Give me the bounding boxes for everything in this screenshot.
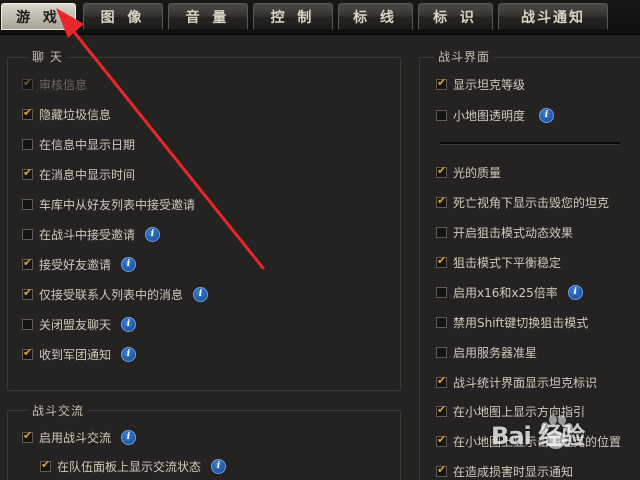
checkbox[interactable] xyxy=(22,429,33,443)
option-disable-shift-sniper[interactable]: 禁用Shift键切换狙击模式 xyxy=(436,313,588,331)
battle-comm-section-title: 战斗交流 xyxy=(28,402,89,419)
option-label: 关闭盟友聊天 xyxy=(39,317,112,332)
checkbox[interactable] xyxy=(22,256,33,270)
option-hide-spam[interactable]: 隐藏垃圾信息 xyxy=(22,105,111,123)
option-label: 战斗统计界面显示坦克标识 xyxy=(453,375,598,390)
battle-ui-section-title: 战斗界面 xyxy=(434,48,495,65)
tab-sound[interactable]: 音 量 xyxy=(168,3,248,30)
checkbox[interactable] xyxy=(22,318,33,330)
checkbox[interactable] xyxy=(22,106,33,120)
option-damage-notification[interactable]: 在造成损害时显示通知 xyxy=(436,462,573,480)
checkbox[interactable] xyxy=(40,458,51,472)
option-garage-friend-invites[interactable]: 车库中从好友列表中接受邀请 xyxy=(22,195,195,213)
option-sniper-stabilization[interactable]: 狙击模式下平衡稳定 xyxy=(436,253,561,271)
info-icon[interactable]: i xyxy=(539,107,555,123)
option-label: 隐藏垃圾信息 xyxy=(39,107,112,122)
option-label: 小地图透明度 xyxy=(453,108,526,123)
checkbox[interactable] xyxy=(436,316,447,328)
checkbox[interactable] xyxy=(436,164,447,178)
tab-battle-notifications[interactable]: 战斗通知 xyxy=(498,3,608,30)
option-label: 启用x16和x25倍率 xyxy=(453,285,558,300)
checkbox[interactable] xyxy=(436,109,447,121)
option-minimap-destroyed-positions[interactable]: 在小地图上显示击毁坦克的位置 xyxy=(436,432,621,450)
checkbox[interactable] xyxy=(436,433,447,447)
option-label: 在战斗中接受邀请 xyxy=(39,227,136,242)
option-killcam-show-killer[interactable]: 死亡视角下显示击毁您的坦克 xyxy=(436,193,609,211)
checkbox[interactable] xyxy=(22,346,33,360)
option-label: 开启狙击模式动态效果 xyxy=(453,225,574,240)
info-icon[interactable]: i xyxy=(121,316,137,332)
checkbox[interactable] xyxy=(436,403,447,417)
option-clan-notifications[interactable]: 收到军团通知 i xyxy=(22,345,137,363)
checkbox[interactable] xyxy=(22,166,33,180)
option-battle-invites[interactable]: 在战斗中接受邀请 i xyxy=(22,225,161,243)
checkbox xyxy=(22,76,33,90)
option-label: 启用战斗交流 xyxy=(39,430,112,445)
option-label: 启用服务器准星 xyxy=(453,345,538,360)
option-light-quality[interactable]: 光的质量 xyxy=(436,163,501,181)
option-label: 在小地图上显示方向指引 xyxy=(453,404,586,419)
option-zoom-x16-x25[interactable]: 启用x16和x25倍率 i xyxy=(436,283,583,301)
checkbox[interactable] xyxy=(22,138,33,150)
option-enable-battle-comm[interactable]: 启用战斗交流 i xyxy=(22,428,137,446)
info-icon[interactable]: i xyxy=(121,346,137,362)
option-disable-ally-chat[interactable]: 关闭盟友聊天 i xyxy=(22,315,137,333)
tab-controls[interactable]: 控 制 xyxy=(253,3,333,30)
option-minimap-transparency[interactable]: 小地图透明度 i xyxy=(436,106,555,124)
option-label: 显示坦克等级 xyxy=(453,77,526,92)
option-label: 狙击模式下平衡稳定 xyxy=(453,255,562,270)
info-icon[interactable]: i xyxy=(193,286,209,302)
option-show-time[interactable]: 在消息中显示时间 xyxy=(22,165,135,183)
checkbox[interactable] xyxy=(436,254,447,268)
info-icon[interactable]: i xyxy=(121,256,137,272)
option-battle-stats-tank-icons[interactable]: 战斗统计界面显示坦克标识 xyxy=(436,373,597,391)
tab-reticle[interactable]: 标 线 xyxy=(338,3,413,30)
info-icon[interactable]: i xyxy=(567,284,583,300)
option-label: 在队伍面板上显示交流状态 xyxy=(57,459,202,474)
option-team-panel-comm-status[interactable]: 在队伍面板上显示交流状态 i xyxy=(40,457,227,475)
checkbox[interactable] xyxy=(436,463,447,477)
option-label: 审核信息 xyxy=(39,77,88,92)
minimap-transparency-slider-track[interactable] xyxy=(440,142,620,145)
option-label: 死亡视角下显示击毁您的坦克 xyxy=(453,195,610,210)
option-label: 在消息中显示时间 xyxy=(39,167,136,182)
option-moderate-messages: 审核信息 xyxy=(22,75,87,93)
option-label: 禁用Shift键切换狙击模式 xyxy=(453,315,589,330)
option-label: 在小地图上显示击毁坦克的位置 xyxy=(453,434,622,449)
info-icon[interactable]: i xyxy=(121,429,137,445)
option-friend-invites[interactable]: 接受好友邀请 i xyxy=(22,255,137,273)
checkbox[interactable] xyxy=(22,228,33,240)
option-show-tank-tier[interactable]: 显示坦克等级 xyxy=(436,75,525,93)
checkbox[interactable] xyxy=(436,374,447,388)
tab-bar: 游 戏 图 像 音 量 控 制 标 线 标 识 战斗通知 xyxy=(0,0,640,35)
option-minimap-direction[interactable]: 在小地图上显示方向指引 xyxy=(436,402,585,420)
checkbox[interactable] xyxy=(436,346,447,358)
checkbox[interactable] xyxy=(436,286,447,298)
settings-window: 游 戏 图 像 音 量 控 制 标 线 标 识 战斗通知 聊 天 审核信息 隐藏… xyxy=(0,0,640,480)
checkbox[interactable] xyxy=(22,286,33,300)
checkbox[interactable] xyxy=(22,198,33,210)
option-show-date[interactable]: 在信息中显示日期 xyxy=(22,135,135,153)
tab-graphics[interactable]: 图 像 xyxy=(83,3,163,30)
option-label: 光的质量 xyxy=(453,165,502,180)
tab-game[interactable]: 游 戏 xyxy=(1,3,76,30)
option-label: 仅接受联系人列表中的消息 xyxy=(39,287,184,302)
option-server-reticle[interactable]: 启用服务器准星 xyxy=(436,343,537,361)
option-label: 在信息中显示日期 xyxy=(39,137,136,152)
option-sniper-dynamic-effects[interactable]: 开启狙击模式动态效果 xyxy=(436,223,573,241)
checkbox[interactable] xyxy=(436,226,447,238)
tab-markers[interactable]: 标 识 xyxy=(418,3,493,30)
checkbox[interactable] xyxy=(436,194,447,208)
checkbox[interactable] xyxy=(436,76,447,90)
option-contacts-only[interactable]: 仅接受联系人列表中的消息 i xyxy=(22,285,209,303)
chat-section-title: 聊 天 xyxy=(28,48,67,65)
option-label: 车库中从好友列表中接受邀请 xyxy=(39,197,196,212)
option-label: 收到军团通知 xyxy=(39,347,112,362)
option-label: 在造成损害时显示通知 xyxy=(453,464,574,479)
info-icon[interactable]: i xyxy=(211,458,227,474)
info-icon[interactable]: i xyxy=(145,226,161,242)
option-label: 接受好友邀请 xyxy=(39,257,112,272)
